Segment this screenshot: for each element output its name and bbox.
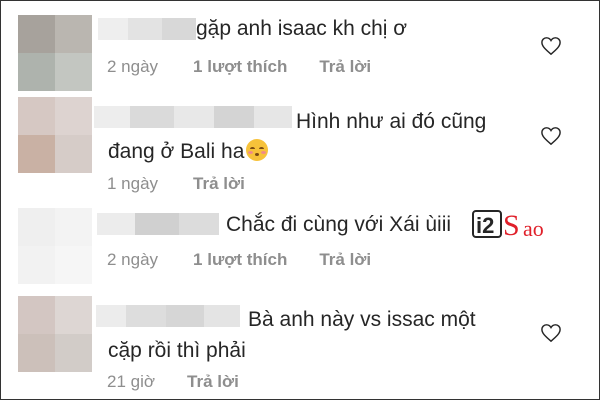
username-blurred[interactable] <box>98 18 196 40</box>
svg-text:i2: i2 <box>476 213 494 238</box>
reply-button[interactable]: Trả lời <box>193 174 245 194</box>
comment-text-line-2: cặp rồi thì phải <box>108 339 246 362</box>
reply-button[interactable]: Trả lời <box>319 57 371 77</box>
avatar[interactable] <box>18 15 92 91</box>
comment-meta: 2 ngày 1 lượt thích Trả lời <box>107 250 371 270</box>
comment-text: Chắc đi cùng với Xái ùiii <box>226 213 452 236</box>
like-count[interactable]: 1 lượt thích <box>193 57 287 77</box>
like-count[interactable]: 1 lượt thích <box>193 250 287 270</box>
svg-text:S: S <box>503 209 520 242</box>
avatar[interactable] <box>18 208 92 284</box>
heart-outline-icon[interactable] <box>540 323 562 343</box>
comment-time: 2 ngày <box>107 250 159 269</box>
comment-time: 2 ngày <box>107 57 159 76</box>
heart-outline-icon[interactable] <box>540 36 562 56</box>
svg-text:ao: ao <box>523 216 544 241</box>
comment-meta: 21 giờ Trả lời <box>107 372 239 392</box>
heart-outline-icon[interactable] <box>540 126 562 146</box>
comment-meta: 2 ngày 1 lượt thích Trả lời <box>107 57 371 77</box>
comment-text-line-2-text: đang ở Bali ha <box>108 140 245 163</box>
reply-button[interactable]: Trả lời <box>319 250 371 270</box>
comment-text-line-1: Bà anh này vs issac một <box>248 308 476 331</box>
watermark-logo: i2 S ao <box>471 207 571 243</box>
reply-button[interactable]: Trả lời <box>187 372 239 392</box>
comment-text-line-2: đang ở Bali ha <box>108 137 269 166</box>
comment-time: 1 ngày <box>107 174 159 193</box>
kissing-blushing-face-icon <box>246 139 269 161</box>
comment-text: gặp anh isaac kh chị ơ <box>196 17 408 40</box>
username-blurred[interactable] <box>94 106 292 128</box>
username-blurred[interactable] <box>96 305 240 327</box>
avatar[interactable] <box>18 296 92 372</box>
avatar[interactable] <box>18 97 92 173</box>
username-blurred[interactable] <box>97 213 219 235</box>
comment-meta: 1 ngày Trả lời <box>107 174 245 194</box>
comment-text-line-1: Hình như ai đó cũng <box>296 110 487 133</box>
comment-time: 21 giờ <box>107 372 156 391</box>
